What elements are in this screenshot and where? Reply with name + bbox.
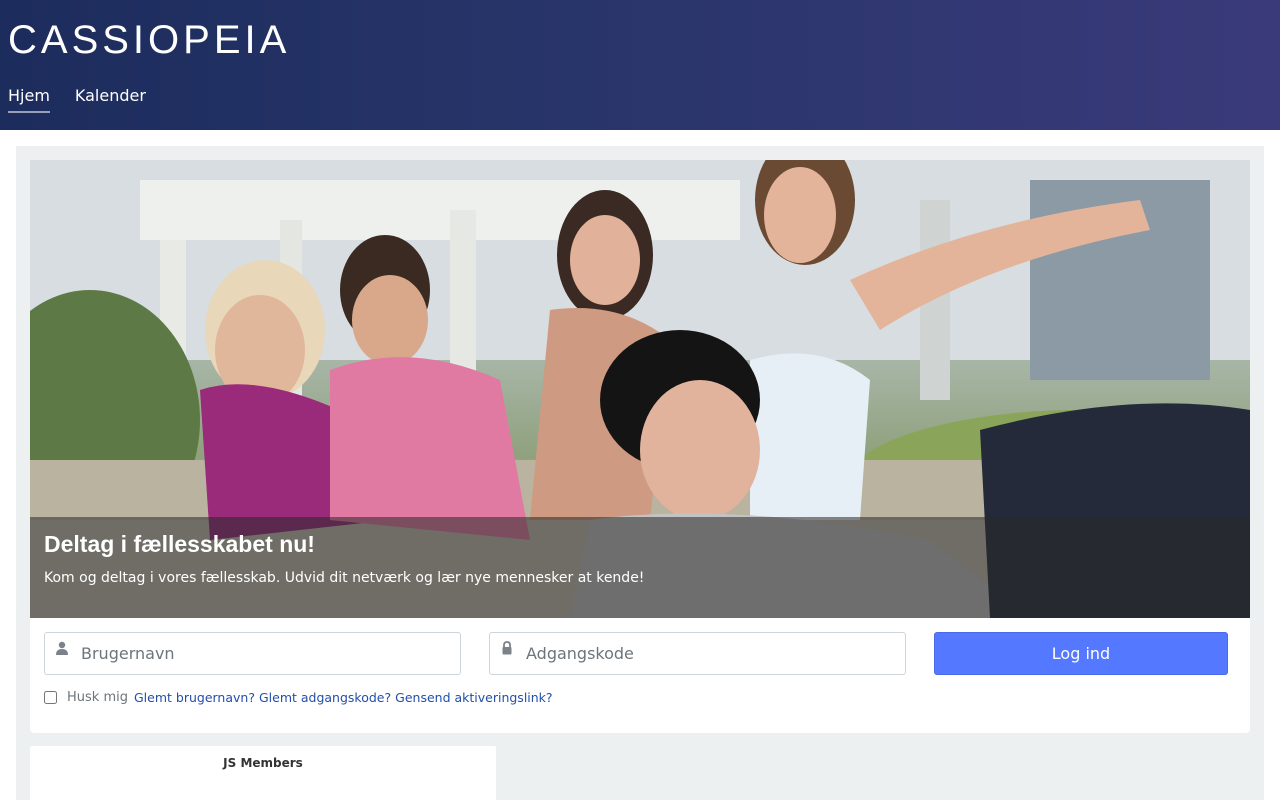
site-header: CASSIOPEIA Hjem Kalender [0,0,1280,130]
main-content: Deltag i fællesskabet nu! Kom og deltag … [16,146,1264,800]
nav-item-hjem[interactable]: Hjem [8,86,50,113]
lock-icon [502,641,512,655]
user-icon [56,641,68,655]
remember-label: Husk mig [67,690,128,705]
hero-text: Kom og deltag i vores fællesskab. Udvid … [44,570,645,586]
login-card: Deltag i fællesskabet nu! Kom og deltag … [30,160,1250,733]
forgot-username-link[interactable]: Glemt brugernavn? [134,690,255,705]
js-members-title: JS Members [223,756,303,770]
remember-row: Husk mig Glemt brugernavn? Glemt adgangs… [44,690,557,705]
main-nav: Hjem Kalender [8,86,146,113]
nav-item-kalender[interactable]: Kalender [75,86,146,113]
js-members-module: JS Members [30,746,496,800]
hero-caption: Deltag i fællesskabet nu! Kom og deltag … [30,517,1250,618]
login-button[interactable]: Log ind [934,632,1228,675]
hero-banner: Deltag i fællesskabet nu! Kom og deltag … [30,160,1250,618]
forgot-password-link[interactable]: Glemt adgangskode? [259,690,391,705]
username-input[interactable] [81,633,451,674]
remember-checkbox[interactable] [44,691,57,704]
site-logo[interactable]: CASSIOPEIA [8,18,290,63]
resend-activation-link[interactable]: Gensend aktiveringslink? [395,690,552,705]
password-input[interactable] [526,633,896,674]
hero-title: Deltag i fællesskabet nu! [44,531,315,557]
password-field[interactable] [489,632,906,675]
username-field[interactable] [44,632,461,675]
